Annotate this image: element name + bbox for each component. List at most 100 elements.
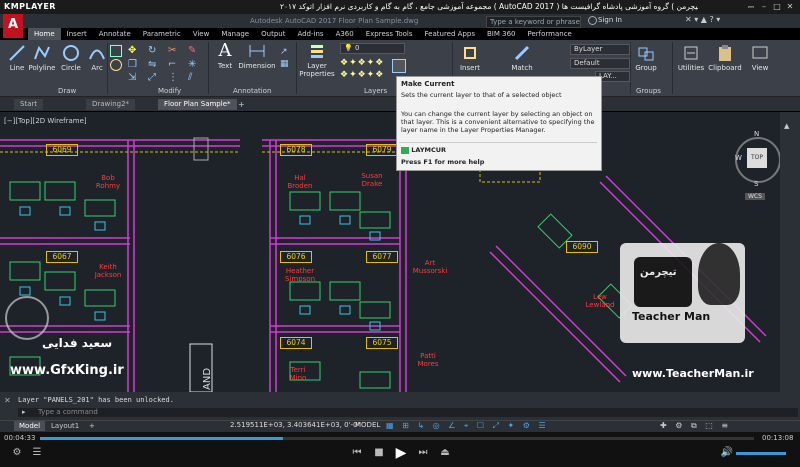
teacherman-url-watermark: www.TeacherMan.ir (632, 367, 754, 380)
minimize-icon[interactable]: – (758, 1, 770, 12)
viewcube-top-face[interactable]: TOP (747, 148, 767, 168)
leader-icon[interactable]: ↗ (280, 46, 289, 58)
rectangle-icon[interactable] (110, 45, 122, 57)
maximize-icon[interactable]: □ (771, 1, 783, 12)
command-input[interactable]: Type a command (18, 408, 798, 417)
tab-output[interactable]: Output (255, 28, 291, 40)
panel-modify-label[interactable]: Modify (158, 87, 181, 95)
close-command-icon[interactable]: ✕ (4, 396, 11, 405)
layer-properties-icon (311, 45, 323, 58)
tab-add-layout[interactable]: + (84, 421, 100, 431)
volume-slider[interactable] (736, 452, 786, 455)
line-icon (9, 45, 25, 61)
tab-model[interactable]: Model (14, 421, 46, 431)
play-icon[interactable]: ▶ (394, 446, 408, 460)
status-toggle-icons[interactable]: ▦ ⊞ ↳ ◎ ∠ ⌖ ☐ ⤢ ✦ ⚙ ☰ (386, 421, 549, 431)
utilities-tool[interactable]: Utilities (676, 44, 706, 72)
volume-icon[interactable]: 🔊 (720, 446, 734, 460)
vertical-scrollbar[interactable] (780, 112, 800, 392)
scale-icon[interactable]: ⤢ (148, 72, 156, 83)
settings-icon[interactable]: ⚙ (10, 446, 24, 460)
sign-in-button[interactable]: Sign In (598, 16, 622, 24)
file-tab-start[interactable]: Start (14, 99, 44, 110)
open-icon[interactable]: ⏏ (438, 446, 452, 460)
match-properties-tool[interactable]: Match (510, 44, 534, 72)
compass-north: N (754, 130, 760, 138)
application-menu-button[interactable]: A (3, 14, 23, 38)
room-number: 6078 (280, 144, 312, 156)
viewport-controls-label[interactable]: [−][Top][2D Wireframe] (4, 117, 87, 125)
table-icon[interactable]: ▦ (280, 58, 289, 70)
wcs-menu[interactable]: WCS (745, 193, 765, 200)
layer-tool-row-1[interactable]: ❖✦❖✦❖ (340, 58, 400, 68)
line-tool[interactable]: Line (6, 44, 28, 72)
hatch-icon[interactable] (110, 59, 122, 71)
model-space-toggle[interactable]: MODEL (355, 421, 380, 429)
tab-express-tools[interactable]: Express Tools (360, 28, 419, 40)
playlist-icon[interactable]: ☰ (30, 446, 44, 460)
scroll-up-icon[interactable]: ▲ (784, 122, 789, 130)
group-icon (638, 47, 654, 61)
view-tool[interactable]: View (748, 44, 772, 72)
tab-annotate[interactable]: Annotate (93, 28, 137, 40)
next-icon[interactable]: ⏭ (416, 446, 430, 460)
tab-a360[interactable]: A360 (330, 28, 360, 40)
text-tool[interactable]: A Text (214, 42, 236, 71)
tab-add-ins[interactable]: Add-ins (291, 28, 329, 40)
tab-manage[interactable]: Manage (215, 28, 255, 40)
previous-icon[interactable]: ⏮ (350, 446, 364, 460)
tab-view[interactable]: View (187, 28, 216, 40)
status-right-icons[interactable]: ✚ ⚙ ⧉ ⬚ ≡ (660, 421, 731, 431)
teacher-name-watermark: سعید فدایی (42, 336, 113, 350)
panel-annotation-label[interactable]: Annotation (233, 87, 271, 95)
layer-combo[interactable]: 💡 0 (340, 43, 405, 54)
trim-icon[interactable]: ✂ (168, 45, 176, 56)
mirror-icon[interactable]: ⇋ (148, 59, 156, 70)
exchange-icon[interactable]: ✕ ▾ ▲ ? ▾ (685, 15, 720, 24)
make-current-icon[interactable] (392, 59, 406, 73)
polyline-tool[interactable]: Polyline (28, 44, 56, 72)
cursor-coordinates[interactable]: 2.519511E+03, 3.403641E+03, 0'-0" (230, 421, 361, 429)
close-icon[interactable]: ✕ (784, 1, 796, 12)
stop-icon[interactable]: ■ (372, 446, 386, 460)
circle-tool[interactable]: Circle (60, 44, 82, 72)
line-label: Line (9, 64, 25, 72)
room-number: 6074 (280, 337, 312, 349)
pin-icon[interactable]: ⎓ (745, 1, 757, 12)
layer-tool-row-2[interactable]: ❖✦❖✦❖ (340, 70, 400, 80)
tooltip-command: LAYMCUR (401, 146, 446, 154)
new-tab-icon[interactable]: + (238, 100, 245, 109)
clipboard-tool[interactable]: Clipboard (708, 44, 742, 72)
fillet-icon[interactable]: ⌐ (168, 59, 176, 70)
lineweight-combo[interactable]: Default (570, 58, 630, 69)
tab-home[interactable]: Home (28, 28, 61, 40)
dimension-tool[interactable]: Dimension (238, 42, 276, 70)
erase-icon[interactable]: ✎ (188, 45, 196, 56)
stretch-icon[interactable]: ⇲ (128, 72, 136, 83)
search-icon[interactable] (588, 16, 597, 25)
panel-layers-label[interactable]: Layers (364, 87, 387, 95)
tab-performance[interactable]: Performance (521, 28, 577, 40)
color-combo[interactable]: ByLayer (570, 44, 630, 55)
arc-tool[interactable]: Arc (87, 44, 107, 72)
offset-icon[interactable]: ⫽ (188, 72, 192, 83)
array-icon[interactable]: ⋮ (168, 72, 178, 83)
tab-layout1[interactable]: Layout1 (46, 421, 84, 431)
explode-icon[interactable]: ✳ (188, 59, 196, 70)
panel-groups-label[interactable]: Groups (636, 87, 661, 95)
move-icon[interactable]: ✥ (128, 45, 136, 56)
search-input[interactable]: Type a keyword or phrase (486, 16, 581, 28)
copy-icon[interactable]: ❐ (128, 59, 137, 70)
rotate-icon[interactable]: ↻ (148, 45, 156, 56)
file-tab-drawing2[interactable]: Drawing2* (86, 99, 136, 110)
file-tab-floor-plan[interactable]: Floor Plan Sample* (158, 99, 237, 110)
tab-bim-360[interactable]: BIM 360 (481, 28, 522, 40)
circle-label[interactable]: Circle (61, 64, 81, 72)
layer-properties-tool[interactable]: Layer Properties (298, 42, 336, 78)
tab-featured-apps[interactable]: Featured Apps (419, 28, 481, 40)
tab-insert[interactable]: Insert (61, 28, 93, 40)
group-tool[interactable]: Group (634, 44, 658, 72)
tab-parametric[interactable]: Parametric (137, 28, 187, 40)
insert-tool[interactable]: Insert (458, 44, 482, 72)
panel-draw-label[interactable]: Draw (58, 87, 76, 95)
